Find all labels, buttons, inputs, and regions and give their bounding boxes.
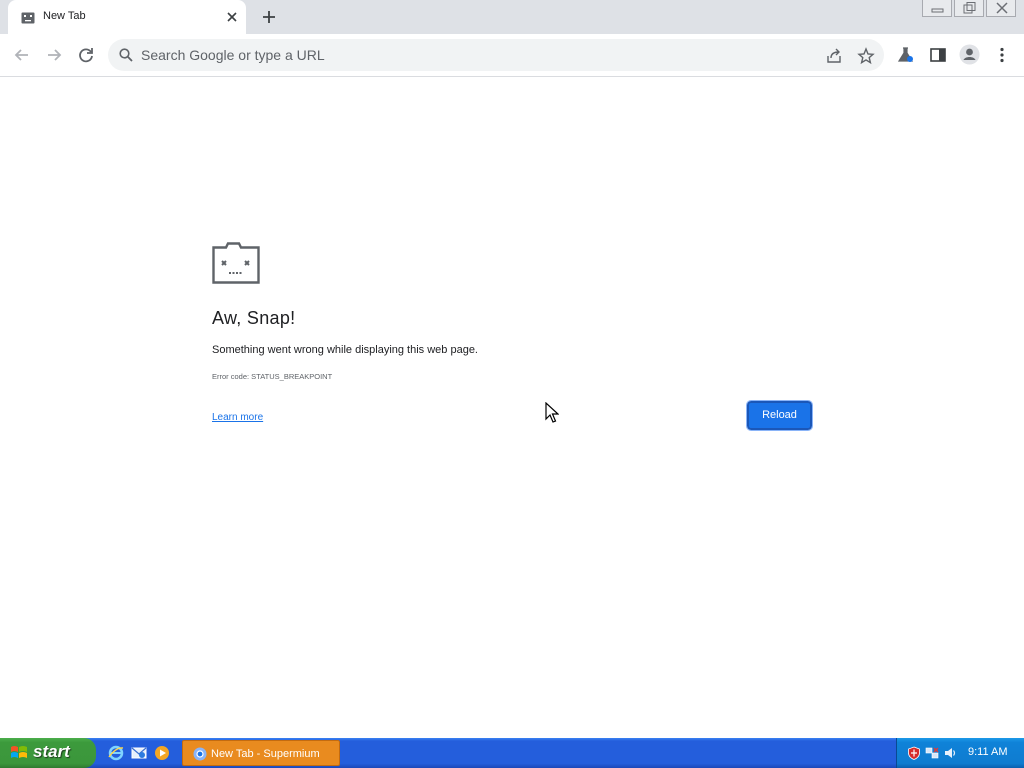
close-window-button[interactable] — [986, 0, 1016, 17]
restore-icon — [963, 2, 976, 14]
volume-icon[interactable] — [943, 746, 957, 760]
taskbar: start New Tab - Supermium 9:11 AM — [0, 738, 1024, 768]
back-button[interactable] — [11, 44, 33, 66]
error-heading: Aw, Snap! — [212, 308, 296, 328]
new-tab-button[interactable] — [258, 6, 280, 28]
tab-strip: New Tab — [0, 0, 1024, 34]
media-player-icon[interactable] — [154, 745, 170, 761]
start-label: start — [33, 742, 70, 761]
profile-avatar-icon[interactable] — [959, 44, 980, 65]
internet-explorer-icon[interactable] — [108, 745, 124, 761]
side-panel-icon[interactable] — [929, 46, 947, 64]
close-icon — [996, 2, 1008, 14]
security-shield-icon[interactable] — [907, 746, 921, 760]
browser-tab[interactable]: New Tab — [8, 0, 246, 34]
chromium-icon — [193, 747, 207, 766]
error-code: Error code: STATUS_BREAKPOINT — [212, 372, 333, 381]
forward-arrow-icon — [48, 49, 62, 61]
browser-toolbar: Search Google or type a URL — [0, 34, 1024, 77]
system-tray: 9:11 AM — [896, 738, 1024, 768]
address-bar[interactable]: Search Google or type a URL — [108, 39, 884, 71]
window-controls — [922, 0, 1016, 18]
plus-icon — [263, 11, 275, 23]
error-message: Something went wrong while displaying th… — [212, 344, 478, 356]
star-icon[interactable] — [857, 47, 875, 65]
reload-button[interactable]: Reload — [746, 400, 813, 431]
forward-button[interactable] — [43, 44, 65, 66]
labs-flask-icon[interactable] — [897, 46, 915, 64]
task-label: New Tab - Supermium — [211, 748, 320, 760]
search-icon — [119, 48, 133, 67]
back-arrow-icon — [14, 49, 28, 61]
menu-dots-icon[interactable] — [993, 46, 1011, 64]
minimize-icon — [931, 8, 944, 13]
network-icon[interactable] — [925, 746, 939, 760]
minimize-button[interactable] — [922, 0, 952, 17]
clock: 9:11 AM — [968, 746, 1008, 758]
omnibox-placeholder: Search Google or type a URL — [141, 47, 325, 63]
close-icon[interactable] — [224, 9, 240, 25]
sad-face-icon — [21, 11, 35, 24]
start-button[interactable]: start — [0, 738, 96, 768]
reload-page-button[interactable] — [75, 44, 97, 66]
windows-logo-icon — [10, 745, 28, 766]
share-icon[interactable] — [825, 47, 843, 65]
task-item-supermium[interactable]: New Tab - Supermium — [182, 740, 340, 766]
outlook-express-icon[interactable] — [131, 745, 147, 761]
learn-more-link[interactable]: Learn more — [212, 412, 263, 423]
sad-tab-icon — [212, 242, 260, 289]
tab-title: New Tab — [43, 10, 86, 22]
restore-button[interactable] — [954, 0, 984, 17]
mouse-cursor-icon — [545, 401, 560, 429]
reload-icon — [79, 48, 93, 63]
